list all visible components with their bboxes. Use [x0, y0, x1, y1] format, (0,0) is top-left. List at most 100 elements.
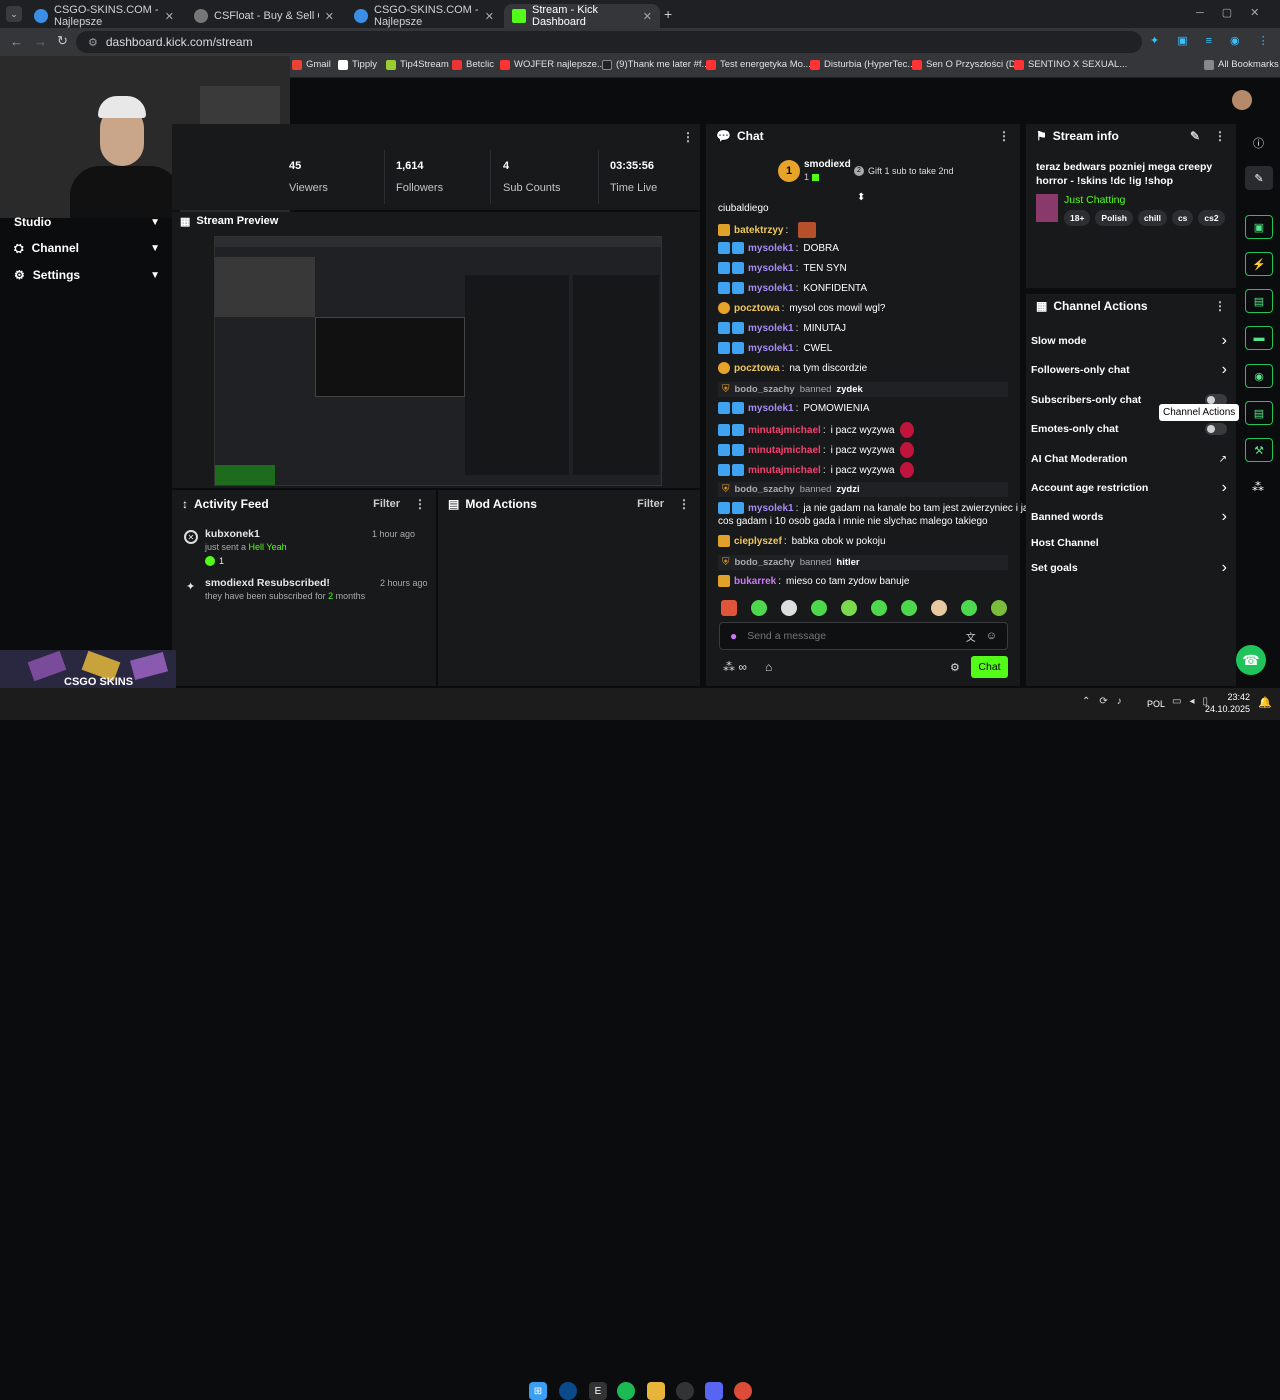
chat-username[interactable]: mysolek1: [748, 503, 794, 514]
forward-icon[interactable]: →: [34, 34, 47, 49]
wrench-icon[interactable]: ⚒: [1245, 438, 1273, 462]
message-field[interactable]: [747, 630, 956, 642]
channel-action-item[interactable]: Set goals ›: [1031, 559, 1227, 577]
kebab-icon[interactable]: ⋮: [1214, 129, 1226, 143]
channel-action-item[interactable]: Host Channel: [1031, 534, 1227, 552]
emote-icon[interactable]: [751, 600, 767, 616]
bookmark[interactable]: Tipply: [338, 59, 377, 70]
tray-icons[interactable]: ⌃⟳♪: [1082, 696, 1131, 707]
gifter-name[interactable]: smodiexd: [804, 159, 851, 170]
language-indicator[interactable]: POL: [1147, 699, 1165, 709]
emote-icon[interactable]: [931, 600, 947, 616]
channel-action-item[interactable]: AI Chat Moderation ↗: [1031, 450, 1227, 468]
extension-icons[interactable]: ✦▣≡◉⋮: [1150, 34, 1280, 47]
send-chat-button[interactable]: Chat: [971, 656, 1008, 678]
notification-icon[interactable]: 🔔: [1258, 696, 1272, 709]
activity-user[interactable]: kubxonek1: [205, 528, 260, 540]
kebab-icon[interactable]: ⋮: [682, 130, 694, 144]
mic-icon[interactable]: ●: [730, 629, 737, 643]
filter-button[interactable]: Filter: [637, 498, 664, 510]
gift-leaderboard[interactable]: 2 Gift 1 sub to take 2nd: [854, 166, 954, 176]
emote-icon[interactable]: [781, 600, 797, 616]
browser-tab[interactable]: CSFloat - Buy & Sell CS2 Skins ✕: [186, 4, 342, 28]
tag-chip[interactable]: cs: [1171, 210, 1194, 226]
emote-icon[interactable]: [961, 600, 977, 616]
translate-icon[interactable]: 文: [966, 629, 976, 644]
infinity-icon[interactable]: ⁂ ∞: [723, 660, 747, 674]
stream-video[interactable]: [214, 236, 662, 486]
info-icon[interactable]: ⓘ: [1253, 135, 1264, 151]
discord-icon[interactable]: [705, 1382, 723, 1400]
chat-username[interactable]: pocztowa: [734, 363, 780, 374]
chat-username[interactable]: mysolek1: [748, 343, 794, 354]
lightning-icon[interactable]: ⚡: [1245, 252, 1273, 276]
toggle-switch[interactable]: [1205, 423, 1227, 435]
edit-icon[interactable]: ✎: [1190, 129, 1200, 143]
chat-icon[interactable]: ▬: [1245, 326, 1273, 350]
chat-username[interactable]: minutajmichael: [748, 425, 821, 436]
emoji-icon[interactable]: ☺: [986, 630, 997, 642]
emote-icon[interactable]: [871, 600, 887, 616]
channel-action-item[interactable]: Emotes-only chat: [1031, 420, 1227, 438]
bookmark[interactable]: Tip4Stream: [386, 59, 449, 70]
kebab-icon[interactable]: ⋮: [998, 129, 1010, 143]
support-icon[interactable]: ☎: [1236, 645, 1266, 675]
emote-icon[interactable]: [901, 600, 917, 616]
epic-icon[interactable]: E: [589, 1382, 607, 1400]
clock-time[interactable]: 23:42: [1212, 692, 1250, 702]
app-icon[interactable]: [559, 1382, 577, 1400]
bookmark[interactable]: SENTINO X SEXUAL...: [1014, 59, 1127, 70]
sidebar-item-settings[interactable]: ⚙ Settings ▼: [14, 265, 160, 285]
chat-username[interactable]: minutajmichael: [748, 465, 821, 476]
emote-icon[interactable]: [991, 600, 1007, 616]
spotify-icon[interactable]: [617, 1382, 635, 1400]
close-icon[interactable]: ✕: [485, 10, 494, 23]
chat-username[interactable]: bukarrek: [734, 576, 776, 587]
tag-chip[interactable]: chill: [1137, 210, 1167, 226]
back-icon[interactable]: ←: [10, 34, 23, 49]
filter-button[interactable]: Filter: [373, 498, 400, 510]
category-link[interactable]: Just Chatting: [1064, 194, 1125, 206]
chat-username[interactable]: cieplyszef: [734, 536, 782, 547]
browser-tab[interactable]: CSGO-SKINS.COM - Najlepsze ✕: [346, 4, 502, 28]
shop-icon[interactable]: ⌂: [765, 660, 772, 674]
chat-settings-icon[interactable]: ⚙: [950, 661, 960, 674]
emote-icon[interactable]: [811, 600, 827, 616]
start-icon[interactable]: ⊞: [529, 1382, 547, 1400]
expand-icon[interactable]: ⬍: [857, 192, 865, 203]
chat-username[interactable]: mysolek1: [748, 243, 794, 254]
bookmark[interactable]: Disturbia (HyperTec...: [810, 59, 915, 70]
chat-username[interactable]: mysolek1: [748, 283, 794, 294]
bookmark[interactable]: Sen O Przyszłości (D...: [912, 59, 1024, 70]
site-info-icon[interactable]: ⚙: [88, 36, 98, 49]
chat-username[interactable]: mysolek1: [748, 323, 794, 334]
address-bar[interactable]: ⚙ dashboard.kick.com/stream: [76, 31, 1142, 53]
chat-input[interactable]: ● 文 ☺: [719, 622, 1008, 650]
bookmark[interactable]: Test energetyka Mo...: [706, 59, 811, 70]
tag-chip[interactable]: cs2: [1198, 210, 1225, 226]
sidebar-item-studio[interactable]: Studio ▼: [14, 212, 160, 232]
kebab-icon[interactable]: ⋮: [678, 497, 690, 511]
emote-icon[interactable]: [841, 600, 857, 616]
steam-icon[interactable]: [676, 1382, 694, 1400]
channel-action-item[interactable]: Slow mode ›: [1031, 332, 1227, 350]
chat-username[interactable]: pocztowa: [734, 303, 780, 314]
edit-stream-icon[interactable]: ✎: [1245, 166, 1273, 190]
browser-tab[interactable]: CSGO-SKINS.COM - Najlepsze ✕: [26, 4, 182, 28]
channel-action-item[interactable]: Banned words ›: [1031, 508, 1227, 526]
new-tab-icon[interactable]: +: [664, 6, 672, 22]
close-icon[interactable]: ✕: [643, 10, 652, 23]
tab-search-icon[interactable]: ⌄: [6, 6, 22, 22]
bookmark[interactable]: (9)Thank me later #f...: [602, 59, 709, 70]
bookmark[interactable]: WOJFER najlepsze...: [500, 59, 605, 70]
bookmark[interactable]: Betclic: [452, 59, 494, 70]
window-controls[interactable]: ─▢✕: [1196, 6, 1277, 19]
tag-chip[interactable]: 18+: [1064, 210, 1091, 226]
chrome-icon[interactable]: [734, 1382, 752, 1400]
channel-action-item[interactable]: Followers-only chat ›: [1031, 361, 1227, 379]
kebab-icon[interactable]: ⋮: [414, 497, 426, 511]
browser-tab-active[interactable]: Stream - Kick Dashboard ✕: [504, 4, 660, 28]
document-icon[interactable]: ▤: [1245, 289, 1273, 313]
more-icon[interactable]: ⁂: [1252, 480, 1264, 494]
close-icon[interactable]: ✕: [325, 10, 334, 23]
